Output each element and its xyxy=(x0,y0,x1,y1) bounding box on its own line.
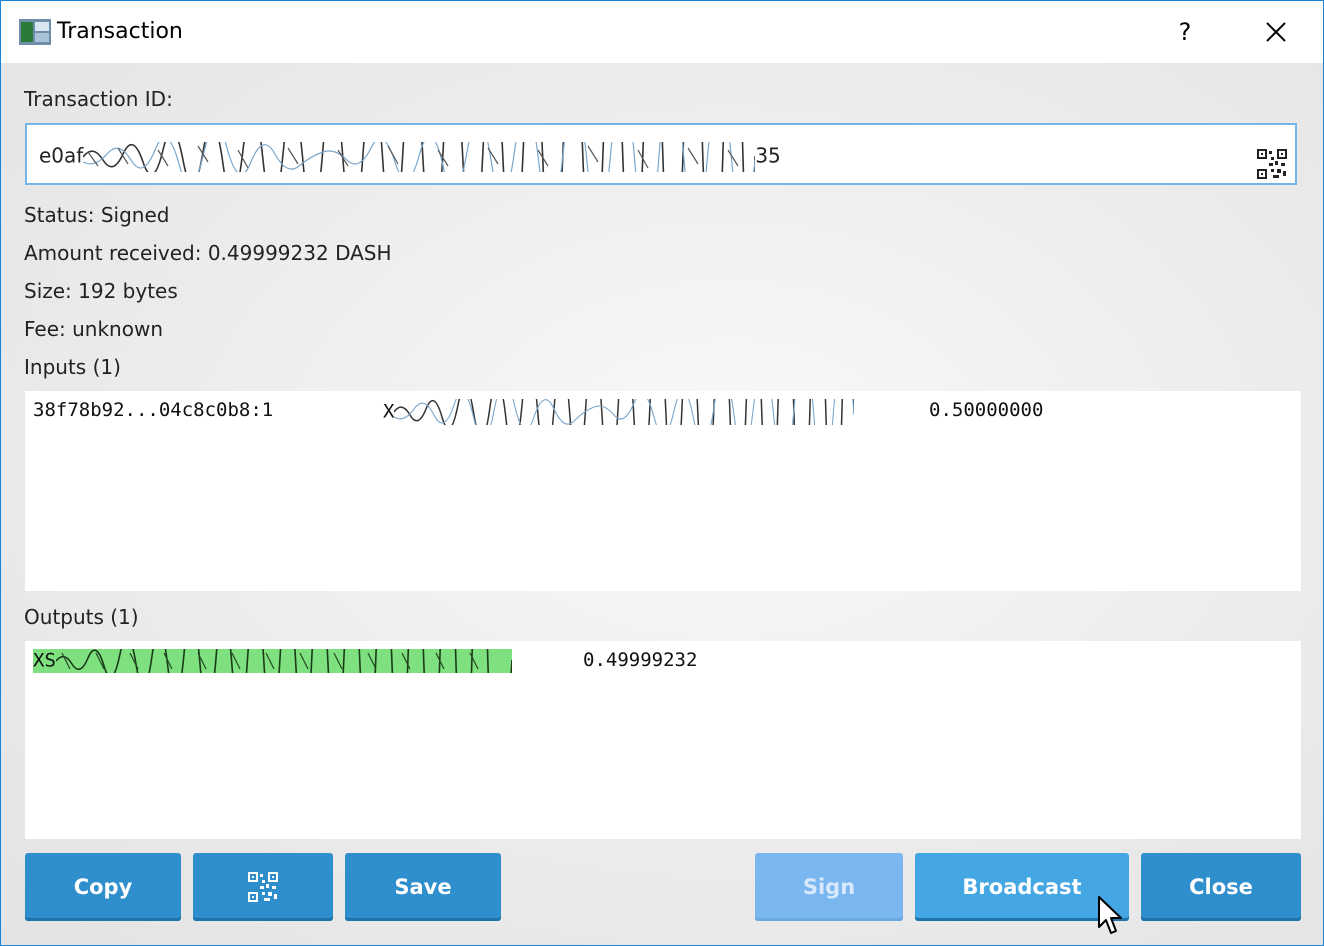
output-address-prefix: XS xyxy=(33,649,56,672)
inputs-label: Inputs (1) xyxy=(24,355,121,379)
size-text: Size: 192 bytes xyxy=(24,279,178,303)
window-title: Transaction xyxy=(57,19,183,44)
redacted-output-address xyxy=(55,649,512,673)
close-icon xyxy=(1266,22,1286,42)
qr-code-icon[interactable] xyxy=(1257,149,1287,179)
amount-received-text: Amount received: 0.49999232 DASH xyxy=(24,241,392,265)
txid-label: Transaction ID: xyxy=(24,87,173,111)
output-amount[interactable]: 0.49999232 xyxy=(583,649,697,671)
txid-suffix: 35 xyxy=(755,143,781,168)
input-amount[interactable]: 0.50000000 xyxy=(929,399,1043,421)
qr-code-icon xyxy=(248,872,278,902)
input-address[interactable]: X xyxy=(383,399,855,425)
output-address[interactable]: XS xyxy=(33,649,512,673)
copy-button[interactable]: Copy xyxy=(25,853,181,921)
mouse-cursor-icon xyxy=(1098,896,1122,934)
input-outpoint[interactable]: 38f78b92...04c8c0b8:1 xyxy=(33,399,273,421)
outputs-list[interactable]: XS 0.49999232 xyxy=(25,641,1301,839)
title-bar: Transaction ? xyxy=(1,1,1323,63)
transaction-dialog: Transaction ? Transaction ID: e0af 35 St… xyxy=(0,0,1324,946)
app-icon xyxy=(19,19,51,45)
txid-value[interactable]: e0af 35 xyxy=(39,142,781,172)
redacted-input-address xyxy=(394,399,855,425)
window-close-button[interactable] xyxy=(1246,7,1306,57)
close-button[interactable]: Close xyxy=(1141,853,1301,921)
redacted-txid xyxy=(83,142,756,172)
inputs-list[interactable]: 38f78b92...04c8c0b8:1 X 0.50000000 xyxy=(25,391,1301,591)
help-button[interactable]: ? xyxy=(1155,7,1215,57)
txid-field[interactable]: e0af 35 xyxy=(25,123,1297,185)
sign-button[interactable]: Sign xyxy=(755,853,903,921)
dialog-content: Transaction ID: e0af 35 Status: Signed A… xyxy=(1,63,1323,945)
input-address-prefix: X xyxy=(383,400,395,423)
txid-prefix: e0af xyxy=(39,143,84,168)
save-button[interactable]: Save xyxy=(345,853,501,921)
qr-code-button[interactable] xyxy=(193,853,333,921)
fee-text: Fee: unknown xyxy=(24,317,163,341)
status-text: Status: Signed xyxy=(24,203,170,227)
outputs-label: Outputs (1) xyxy=(24,605,139,629)
